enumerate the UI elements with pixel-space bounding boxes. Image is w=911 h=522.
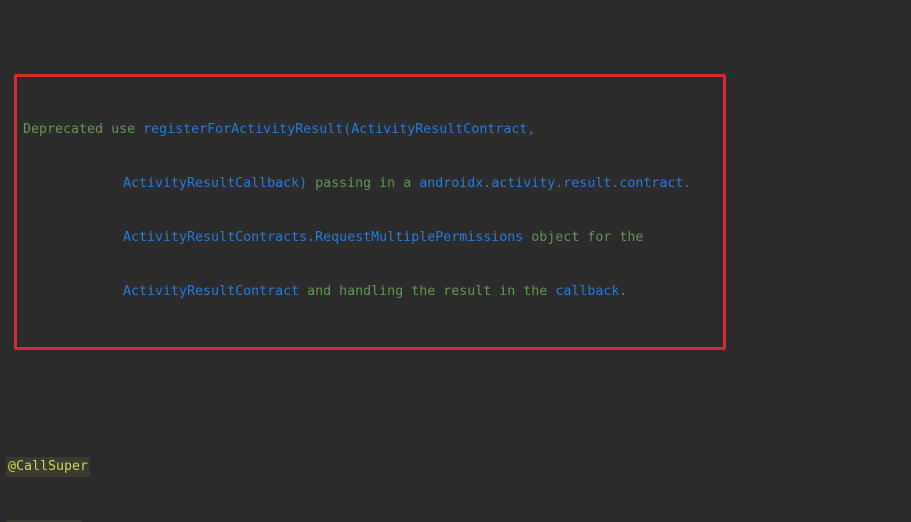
doc-line-3: ActivityResultContracts.RequestMultipleP… — [19, 229, 717, 247]
doc-link-register-cont[interactable]: ActivityResultCallback) — [123, 176, 307, 191]
doc-line-2: ActivityResultCallback) passing in a and… — [19, 175, 717, 193]
annotations-block: @CallSuper @Override @Deprecated — [0, 414, 911, 522]
doc-code-package: androidx.activity.result.contract. — [419, 176, 691, 191]
doc-code-callback: callback — [555, 284, 619, 299]
doc-line-4: ActivityResultContract and handling the … — [19, 283, 717, 301]
doc-link-register[interactable]: registerForActivityResult(ActivityResult… — [143, 122, 535, 137]
javadoc-deprecation-box: Deprecated use registerForActivityResult… — [14, 74, 726, 350]
code-editor[interactable]: Deprecated use registerForActivityResult… — [0, 0, 911, 522]
annotation-callsuper[interactable]: @CallSuper — [6, 457, 90, 477]
doc-link-contract[interactable]: ActivityResultContract — [123, 284, 299, 299]
doc-line-1: Deprecated use registerForActivityResult… — [19, 121, 717, 139]
doc-code-contracts: ActivityResultContracts.RequestMultipleP… — [123, 230, 523, 245]
